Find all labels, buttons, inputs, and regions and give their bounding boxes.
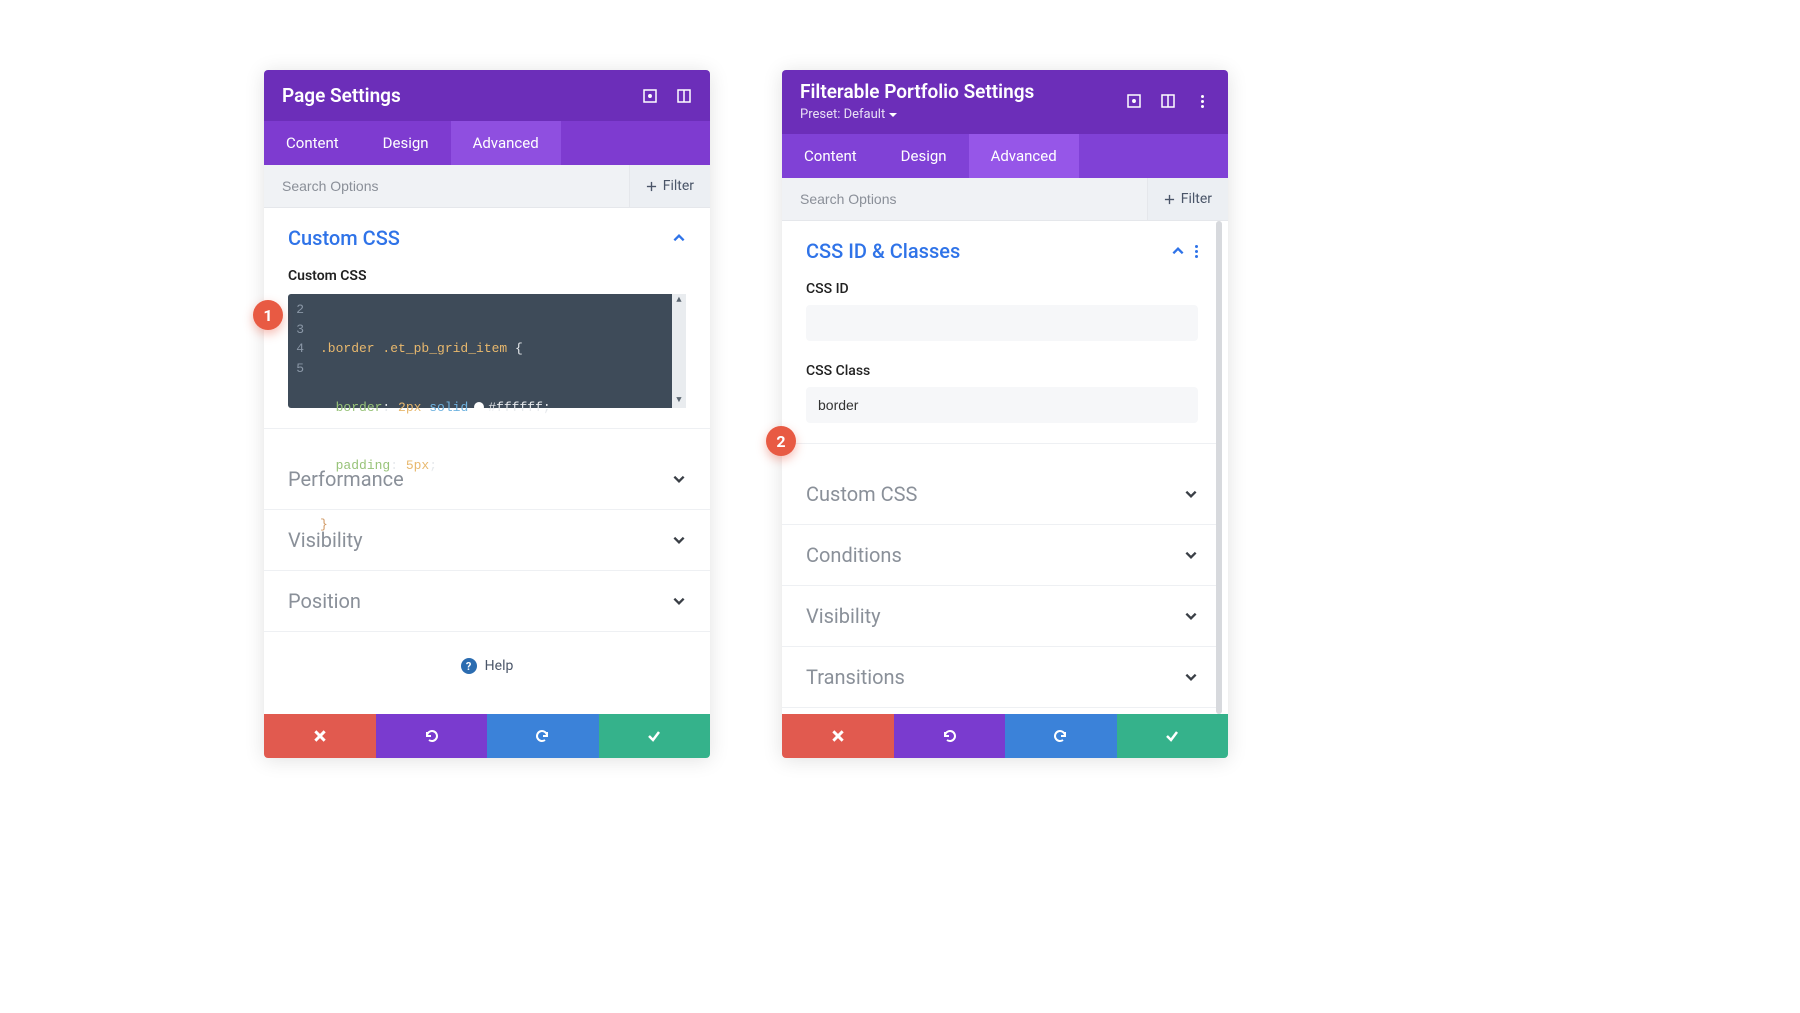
section-visibility[interactable]: Visibility (782, 586, 1222, 647)
tabs: Content Design Advanced (264, 121, 710, 165)
more-icon[interactable] (1195, 245, 1198, 258)
redo-button[interactable] (487, 714, 599, 758)
check-icon (646, 728, 662, 744)
redo-icon (1053, 728, 1069, 744)
chevron-up-icon (1171, 244, 1185, 258)
filter-button[interactable]: Filter (629, 165, 710, 207)
search-input[interactable] (800, 178, 1147, 220)
chevron-down-icon (1184, 548, 1198, 562)
code-editor[interactable]: 2 3 4 5 .border .et_pb_grid_item { borde… (288, 294, 686, 408)
panel-title: Page Settings (282, 84, 401, 107)
search-input[interactable] (282, 165, 629, 207)
save-button[interactable] (599, 714, 711, 758)
search-row: Filter (264, 165, 710, 208)
header-actions (1126, 93, 1210, 109)
section-transitions[interactable]: Transitions (782, 647, 1222, 708)
section-css-id-classes: CSS ID & Classes CSS ID CSS Class (782, 221, 1222, 444)
chevron-down-icon (1184, 670, 1198, 684)
panel-body: CSS ID & Classes CSS ID CSS Class Custom… (782, 221, 1228, 714)
search-row: Filter (782, 178, 1228, 221)
filter-label: Filter (1181, 191, 1212, 207)
undo-icon (941, 728, 957, 744)
tab-design[interactable]: Design (361, 121, 451, 165)
annotation-badge-1: 1 (253, 300, 283, 330)
scroll-down-icon[interactable]: ▼ (672, 394, 686, 408)
header-titles: Filterable Portfolio Settings Preset: De… (800, 80, 1034, 122)
save-button[interactable] (1117, 714, 1229, 758)
section-header-custom-css[interactable]: Custom CSS (288, 226, 686, 250)
panel-body: Custom CSS Custom CSS 2 3 4 5 .border .e… (264, 208, 710, 714)
code-gutter: 2 3 4 5 (288, 294, 312, 408)
tab-advanced[interactable]: Advanced (969, 134, 1079, 178)
panel-title: Filterable Portfolio Settings (800, 80, 1034, 103)
portfolio-settings-panel: Filterable Portfolio Settings Preset: De… (782, 70, 1228, 758)
panel-footer (782, 714, 1228, 758)
code-scrollbar[interactable]: ▲ ▼ (672, 294, 686, 408)
cancel-button[interactable] (782, 714, 894, 758)
snap-icon[interactable] (1160, 93, 1176, 109)
scroll-up-icon[interactable]: ▲ (672, 294, 686, 308)
filter-button[interactable]: Filter (1147, 178, 1228, 220)
panel-header: Page Settings (264, 70, 710, 121)
undo-button[interactable] (376, 714, 488, 758)
chevron-up-icon (672, 231, 686, 245)
check-icon (1164, 728, 1180, 744)
css-class-input[interactable] (806, 387, 1198, 423)
expand-icon[interactable] (642, 88, 658, 104)
chevron-down-icon (1184, 609, 1198, 623)
close-icon (831, 729, 845, 743)
snap-icon[interactable] (676, 88, 692, 104)
redo-icon (535, 728, 551, 744)
page-settings-panel: Page Settings Content Design Advanced Fi… (264, 70, 710, 758)
section-position[interactable]: Position (782, 708, 1222, 714)
css-class-label: CSS Class (806, 363, 1198, 379)
section-title: Custom CSS (288, 226, 400, 250)
tab-content[interactable]: Content (264, 121, 361, 165)
cancel-button[interactable] (264, 714, 376, 758)
help-icon: ? (461, 658, 477, 674)
more-icon[interactable] (1194, 93, 1210, 109)
chevron-down-icon (672, 594, 686, 608)
tabs: Content Design Advanced (782, 134, 1228, 178)
help-label: Help (485, 658, 514, 674)
expand-icon[interactable] (1126, 93, 1142, 109)
section-header-css-id-classes[interactable]: CSS ID & Classes (806, 239, 1198, 263)
section-position[interactable]: Position (264, 571, 710, 632)
custom-css-label: Custom CSS (288, 268, 686, 284)
chevron-down-icon (889, 111, 897, 119)
color-swatch-icon (474, 402, 484, 412)
panel-footer (264, 714, 710, 758)
undo-button[interactable] (894, 714, 1006, 758)
code-content[interactable]: .border .et_pb_grid_item { border: 2px s… (312, 294, 686, 408)
annotation-badge-2: 2 (766, 426, 796, 456)
section-custom-css: Custom CSS Custom CSS 2 3 4 5 .border .e… (264, 208, 710, 429)
redo-button[interactable] (1005, 714, 1117, 758)
css-id-label: CSS ID (806, 281, 1198, 297)
undo-icon (423, 728, 439, 744)
section-custom-css[interactable]: Custom CSS (782, 464, 1222, 525)
chevron-down-icon (1184, 487, 1198, 501)
panel-header: Filterable Portfolio Settings Preset: De… (782, 70, 1228, 134)
tab-advanced[interactable]: Advanced (451, 121, 561, 165)
close-icon (313, 729, 327, 743)
scrollbar[interactable] (1216, 221, 1222, 714)
css-id-input[interactable] (806, 305, 1198, 341)
preset-selector[interactable]: Preset: Default (800, 107, 1034, 122)
help-row[interactable]: ? Help (264, 632, 710, 700)
section-conditions[interactable]: Conditions (782, 525, 1222, 586)
tab-content[interactable]: Content (782, 134, 879, 178)
tab-design[interactable]: Design (879, 134, 969, 178)
filter-label: Filter (663, 178, 694, 194)
header-actions (642, 88, 692, 104)
section-title: CSS ID & Classes (806, 239, 960, 263)
